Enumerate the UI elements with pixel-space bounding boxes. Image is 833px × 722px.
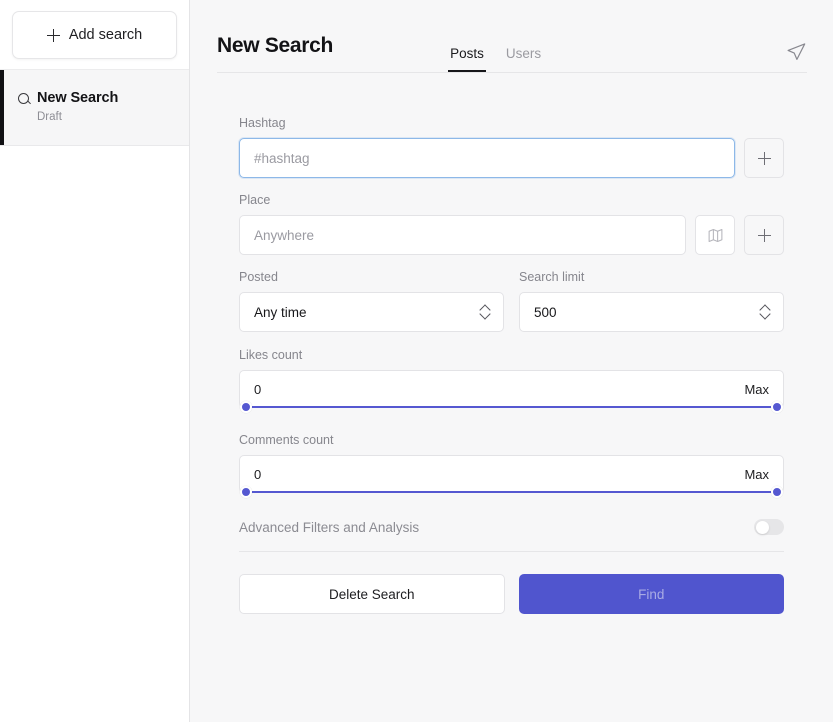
add-search-container: Add search	[0, 0, 189, 70]
likes-slider-handle-min[interactable]	[240, 401, 252, 413]
comments-slider-handle-max[interactable]	[771, 486, 783, 498]
place-label: Place	[239, 193, 271, 207]
tab-bar: Posts Users	[448, 0, 541, 73]
plus-icon	[46, 28, 60, 42]
search-limit-field-block: Search limit 500	[519, 270, 784, 332]
comments-count-block: Comments count 0 Max	[239, 433, 784, 498]
place-row	[239, 215, 784, 255]
comments-slider-track	[248, 491, 775, 494]
advanced-filters-label: Advanced Filters and Analysis	[239, 519, 420, 535]
app-root: Add search New Search Draft New Search P…	[0, 0, 833, 722]
search-limit-select[interactable]: 500	[519, 292, 784, 332]
comments-slider-track-wrap	[240, 486, 783, 498]
hashtag-row	[239, 138, 784, 178]
plus-icon	[757, 151, 771, 165]
map-picker-button[interactable]	[695, 215, 735, 255]
tab-users[interactable]: Users	[506, 46, 541, 73]
toggle-knob	[755, 520, 769, 534]
place-field-block: Place	[239, 193, 784, 255]
add-hashtag-button[interactable]	[744, 138, 784, 178]
comments-count-label: Comments count	[239, 433, 334, 447]
comments-slider-handle-min[interactable]	[240, 486, 252, 498]
tab-posts[interactable]: Posts	[448, 46, 486, 73]
search-form: Hashtag Place	[190, 73, 833, 722]
likes-count-block: Likes count 0 Max	[239, 348, 784, 413]
send-button[interactable]	[785, 41, 807, 72]
plus-icon	[757, 228, 771, 242]
main-panel: New Search Posts Users Hashtag #hashtag …	[190, 0, 833, 722]
advanced-filters-row: Advanced Filters and Analysis	[239, 515, 784, 552]
comments-count-max-label: Max	[744, 466, 769, 482]
likes-count-min-label: 0	[254, 381, 262, 397]
posted-label: Posted	[239, 270, 278, 284]
likes-slider-track	[248, 406, 775, 409]
page-header: New Search Posts Users	[190, 0, 833, 73]
chevron-updown-icon	[760, 304, 771, 320]
form-actions: Delete Search Find	[239, 574, 784, 614]
hashtag-field-block: Hashtag	[239, 116, 784, 178]
posted-field-block: Posted Any time	[239, 270, 504, 332]
sidebar: Add search New Search Draft	[0, 0, 190, 722]
search-limit-value: 500	[534, 304, 557, 320]
chevron-updown-icon	[480, 304, 491, 320]
sidebar-item-new-search[interactable]: New Search Draft	[0, 70, 189, 146]
find-button[interactable]: Find	[518, 574, 784, 614]
hashtag-label: Hashtag	[239, 116, 286, 130]
add-search-label: Add search	[68, 27, 143, 43]
posted-value: Any time	[254, 304, 307, 320]
likes-count-max-label: Max	[744, 381, 769, 397]
likes-slider-track-wrap	[240, 401, 783, 413]
send-icon	[787, 43, 806, 60]
comments-count-min-label: 0	[254, 466, 262, 482]
sidebar-item-subtitle: Draft	[37, 111, 62, 123]
advanced-filters-toggle[interactable]	[754, 519, 784, 535]
map-icon	[708, 228, 722, 242]
add-search-button[interactable]: Add search	[12, 11, 177, 59]
sidebar-item-title-row: New Search	[18, 90, 175, 106]
place-input[interactable]	[239, 215, 686, 255]
comments-count-slider[interactable]: 0 Max	[239, 455, 784, 498]
likes-count-slider[interactable]: 0 Max	[239, 370, 784, 413]
page-title: New Search	[217, 34, 334, 57]
add-place-button[interactable]	[744, 215, 784, 255]
header-inner: New Search Posts Users	[217, 0, 807, 73]
posted-limit-row: Posted Any time Search limit 500	[239, 270, 784, 332]
likes-slider-handle-max[interactable]	[771, 401, 783, 413]
delete-search-button[interactable]: Delete Search	[239, 574, 505, 614]
likes-count-label: Likes count	[239, 348, 303, 362]
posted-select[interactable]: Any time	[239, 292, 504, 332]
magnifier-icon	[18, 92, 30, 105]
hashtag-input[interactable]	[239, 138, 735, 178]
sidebar-item-title: New Search	[37, 90, 119, 106]
active-indicator	[0, 70, 4, 145]
search-limit-label: Search limit	[519, 270, 585, 284]
